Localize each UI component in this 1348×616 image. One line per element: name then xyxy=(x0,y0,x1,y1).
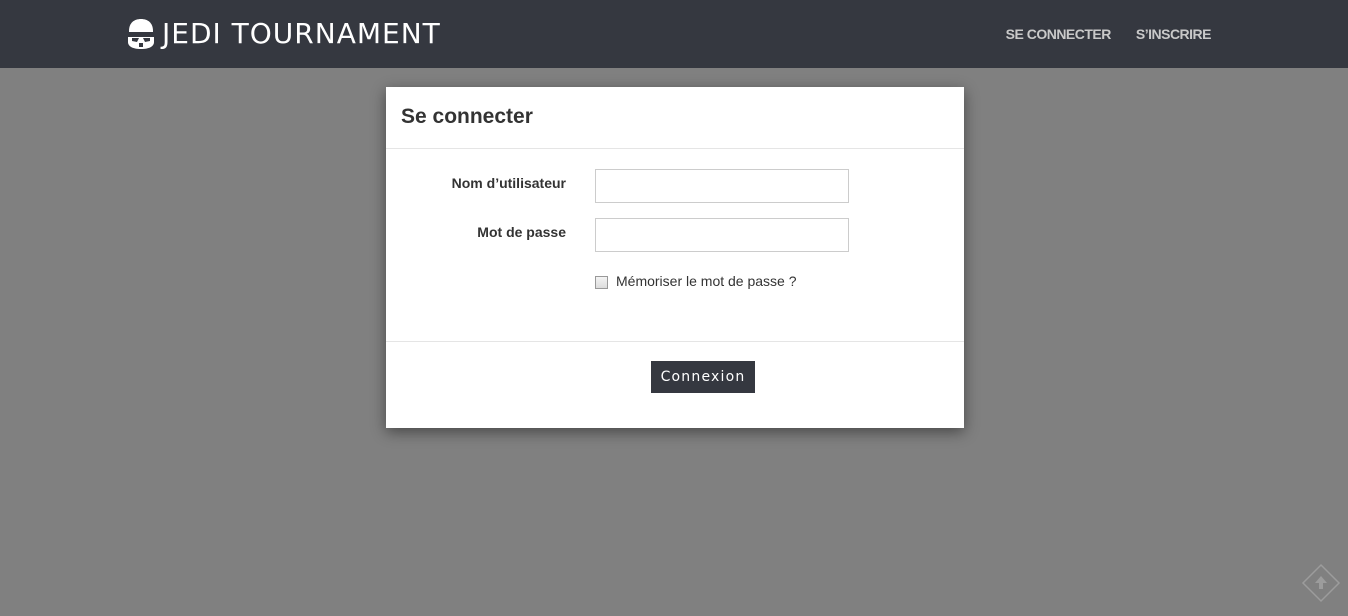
password-label: Mot de passe xyxy=(477,224,566,240)
arrow-up-icon xyxy=(1301,563,1341,603)
scroll-to-top-button[interactable] xyxy=(1301,563,1341,603)
modal-body: Nom d’utilisateur Mot de passe Mémoriser… xyxy=(386,149,964,341)
remember-checkbox[interactable] xyxy=(595,276,608,289)
brand-link[interactable]: JEDI TOURNAMENT xyxy=(126,17,441,51)
brand-title: JEDI TOURNAMENT xyxy=(162,17,441,50)
username-input[interactable] xyxy=(595,169,849,203)
modal-footer: Connexion xyxy=(386,341,964,428)
stormtrooper-helmet-icon xyxy=(128,19,154,49)
top-navbar: JEDI TOURNAMENT SE CONNECTER S’INSCRIRE xyxy=(0,0,1348,68)
login-modal: Se connecter Nom d’utilisateur Mot de pa… xyxy=(386,87,964,428)
remember-me[interactable]: Mémoriser le mot de passe ? xyxy=(595,273,797,289)
nav-links: SE CONNECTER S’INSCRIRE xyxy=(1006,26,1212,42)
nav-link-se-connecter[interactable]: SE CONNECTER xyxy=(1006,26,1112,42)
username-label: Nom d’utilisateur xyxy=(451,175,566,191)
connexion-button[interactable]: Connexion xyxy=(651,361,755,393)
modal-title: Se connecter xyxy=(401,105,533,128)
password-input[interactable] xyxy=(595,218,849,252)
nav-link-s-inscrire[interactable]: S’INSCRIRE xyxy=(1136,26,1212,42)
remember-label: Mémoriser le mot de passe ? xyxy=(616,273,797,289)
modal-header: Se connecter xyxy=(386,87,964,149)
